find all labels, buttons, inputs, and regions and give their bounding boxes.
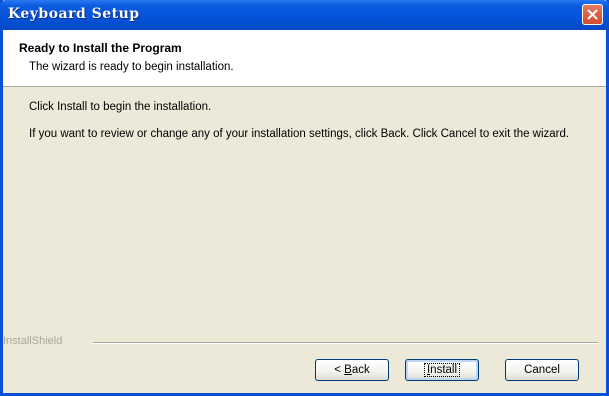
instruction-text: Click Install to begin the installation. (29, 101, 212, 113)
review-text: If you want to review or change any of y… (29, 128, 570, 140)
back-prefix: < (334, 364, 345, 376)
back-button[interactable]: < Back (315, 359, 389, 381)
title-bar[interactable]: Keyboard Setup (0, 0, 609, 30)
wizard-header: Ready to Install the Program The wizard … (3, 30, 606, 87)
window-title: Keyboard Setup (8, 6, 140, 22)
install-button[interactable]: Install (405, 359, 479, 381)
close-icon (587, 9, 598, 20)
installshield-brand: InstallShield (3, 335, 63, 347)
page-title: Ready to Install the Program (19, 41, 182, 55)
back-mnemonic: B (344, 364, 352, 376)
back-rest: ack (351, 364, 370, 376)
page-subtitle: The wizard is ready to begin installatio… (29, 61, 234, 73)
install-rest: nstall (430, 364, 458, 376)
setup-window: Keyboard Setup Ready to Install the Prog… (0, 0, 609, 396)
footer-divider (93, 342, 598, 344)
close-button[interactable] (582, 4, 603, 25)
install-focus: Install (423, 363, 461, 377)
cancel-button[interactable]: Cancel (505, 359, 579, 381)
